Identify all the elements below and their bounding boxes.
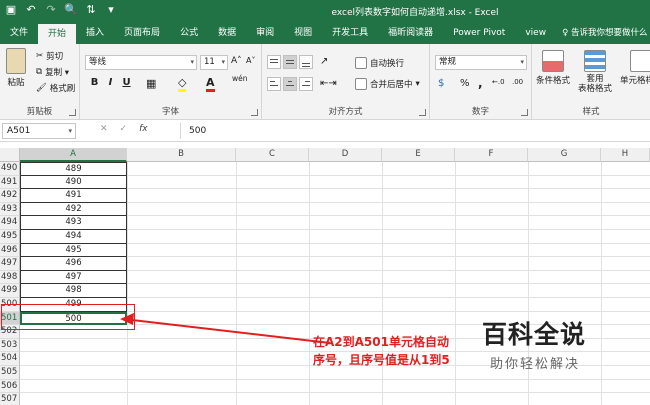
annotation-line-2: 序号，且序号值是从1到5 (313, 353, 450, 367)
watermark: 百科全说 助你轻松解决 (468, 305, 628, 387)
annotation-line-1: 在A2到A501单元格自动 (313, 335, 449, 349)
annotation-text: 在A2到A501单元格自动 序号，且序号值是从1到5 (313, 333, 468, 369)
watermark-subtitle: 助你轻松解决 (490, 357, 581, 372)
watermark-title: 百科全说 (482, 320, 587, 349)
